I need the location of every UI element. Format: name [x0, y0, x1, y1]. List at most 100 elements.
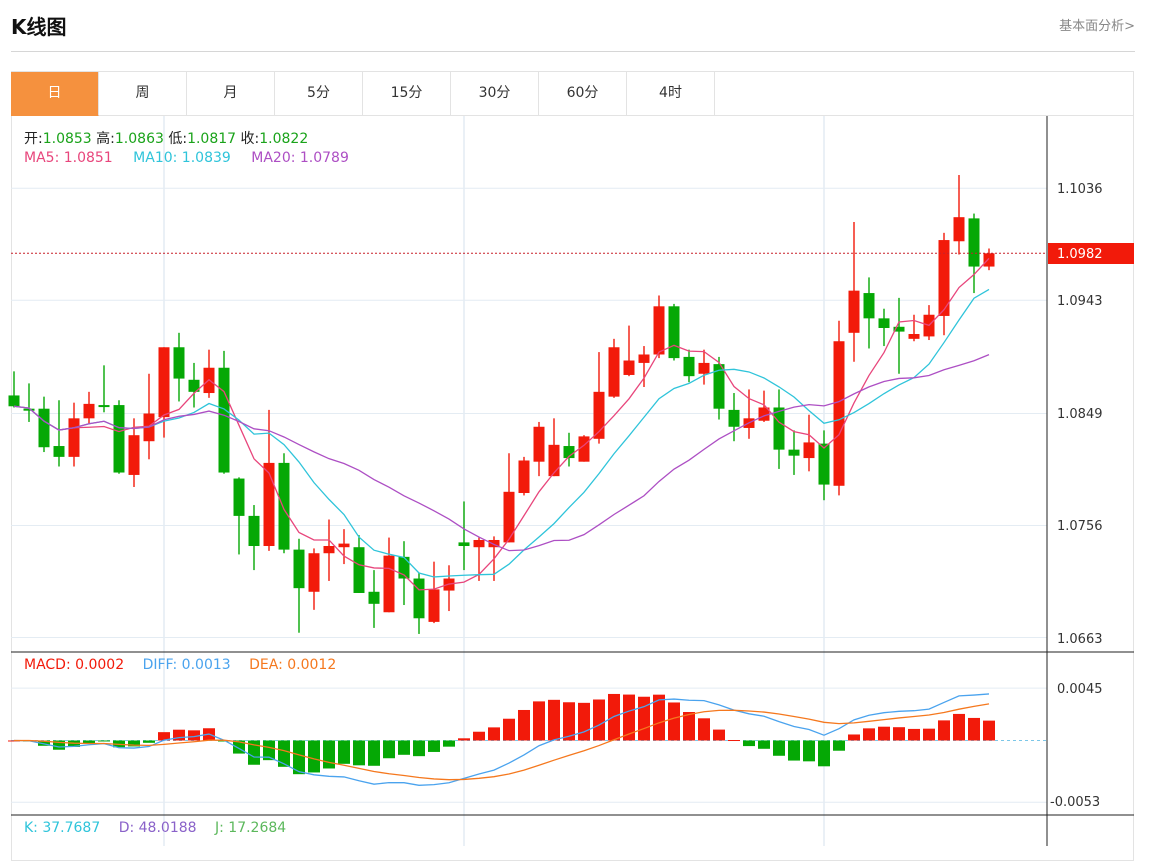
macd-bar: [878, 726, 890, 741]
macd-bar: [638, 696, 650, 741]
candle-up: [263, 462, 275, 547]
ohlc-info: 开:1.0853 高:1.0863 低:1.0817 收:1.0822: [24, 128, 308, 148]
macd-bar: [413, 740, 425, 757]
macd-bar: [593, 699, 605, 741]
macd-bar: [488, 727, 500, 741]
candle-down: [413, 578, 425, 619]
candle-up: [803, 442, 815, 459]
macd-bar: [143, 740, 155, 743]
ma-info: MA5: 1.0851 MA10: 1.0839 MA20: 1.0789: [24, 150, 349, 166]
candle-down: [788, 449, 800, 456]
close-value: 1.0822: [259, 131, 309, 147]
macd-bar: [503, 718, 515, 741]
candle-up: [608, 347, 620, 397]
price-tick-label: 1.1036: [1057, 182, 1103, 197]
candle-up: [548, 444, 560, 477]
candle-up: [308, 553, 320, 592]
macd-bar: [818, 740, 830, 767]
ma5-value: MA5: 1.0851: [24, 150, 113, 166]
candle-down: [353, 547, 365, 593]
candle-down: [23, 408, 35, 411]
macd-bar: [743, 740, 755, 747]
high-value: 1.0863: [114, 131, 164, 147]
macd-bar: [278, 740, 290, 767]
macd-bar: [863, 728, 875, 741]
macd-bar: [938, 720, 950, 741]
candle-up: [428, 589, 440, 622]
macd-bar: [368, 740, 380, 766]
candle-down: [113, 405, 125, 473]
candle-up: [698, 362, 710, 374]
low-label: 低:: [168, 131, 188, 147]
candle-down: [218, 367, 230, 473]
macd-bar: [398, 740, 410, 755]
candlestick-chart[interactable]: 1.1036 1.0943 1.0849 1.0756 1.0663 1.098…: [0, 0, 1155, 846]
macd-bar: [323, 740, 335, 769]
candle-up: [653, 306, 665, 355]
j-value: J: 17.2684: [215, 820, 287, 836]
macd-bar: [803, 740, 815, 762]
candle-up: [518, 460, 530, 494]
candle-up: [848, 290, 860, 333]
macd-bar: [848, 734, 860, 741]
candle-up: [638, 354, 650, 363]
current-price-label: 1.0982: [1057, 247, 1103, 262]
candle-down: [878, 318, 890, 328]
candle-up: [68, 418, 80, 457]
macd-bar: [428, 740, 440, 752]
candle-down: [38, 408, 50, 448]
macd-bar: [713, 729, 725, 741]
candle-down: [728, 409, 740, 427]
open-label: 开:: [24, 131, 43, 147]
macd-bar: [383, 740, 395, 759]
candle-up: [578, 436, 590, 462]
macd-bar: [353, 740, 365, 766]
price-tick-label: 1.0756: [1057, 519, 1103, 534]
price-tick-label: 1.0663: [1057, 632, 1103, 647]
candle-up: [83, 403, 95, 419]
candle-up: [983, 253, 995, 267]
ma20-value: MA20: 1.0789: [251, 150, 349, 166]
macd-bar: [518, 709, 530, 741]
macd-bar: [548, 699, 560, 741]
close-label: 收:: [240, 131, 260, 147]
candle-up: [338, 543, 350, 548]
candle-up: [158, 347, 170, 418]
macd-bar: [893, 727, 905, 741]
k-value: K: 37.7687: [24, 820, 101, 836]
candle-down: [668, 306, 680, 359]
macd-bar: [683, 712, 695, 741]
candle-down: [53, 446, 65, 457]
macd-bar: [578, 702, 590, 741]
high-label: 高:: [96, 131, 115, 147]
macd-bar: [968, 717, 980, 741]
candle-up: [533, 426, 545, 462]
macd-bar: [533, 701, 545, 741]
low-value: 1.0817: [187, 131, 237, 147]
candle-down: [863, 293, 875, 319]
macd-bar: [728, 740, 740, 742]
candle-up: [908, 334, 920, 339]
candle-down: [278, 462, 290, 550]
candle-up: [323, 546, 335, 554]
macd-bar: [338, 740, 350, 764]
macd-bar: [983, 720, 995, 741]
candle-down: [293, 549, 305, 589]
macd-bar: [758, 740, 770, 749]
macd-bar: [308, 740, 320, 773]
macd-bar: [773, 740, 785, 756]
macd-bar: [788, 740, 800, 761]
price-tick-label: 1.0849: [1057, 407, 1103, 422]
macd-tick-label: -0.0053: [1050, 795, 1100, 810]
kdj-info: K: 37.7687 D: 48.0188 J: 17.2684: [24, 820, 286, 836]
candle-down: [818, 443, 830, 485]
price-tick-label: 1.0943: [1057, 294, 1103, 309]
candle-down: [98, 405, 110, 408]
macd-tick-label: 0.0045: [1057, 682, 1103, 697]
macd-bar: [668, 702, 680, 741]
candle-down: [458, 542, 470, 547]
candle-down: [683, 356, 695, 377]
candle-up: [833, 341, 845, 486]
candle-down: [968, 218, 980, 267]
candle-down: [368, 591, 380, 604]
